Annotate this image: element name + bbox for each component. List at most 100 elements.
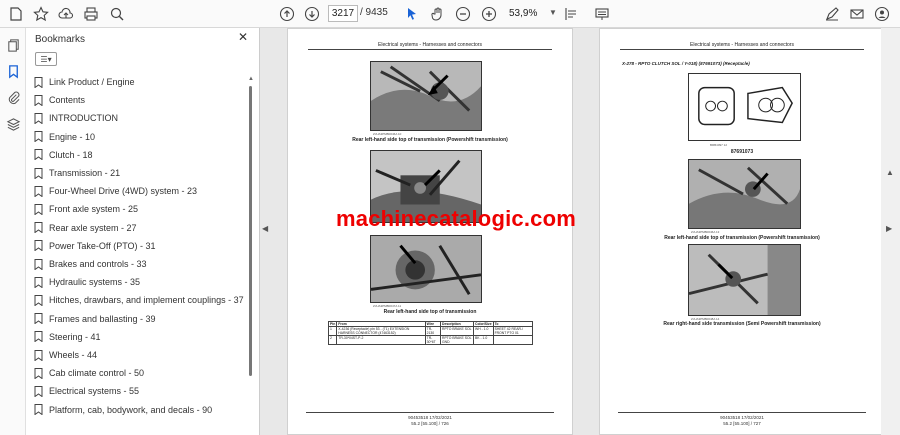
bookmark-label: Hydraulic systems - 35	[49, 277, 141, 288]
table-cell: TR-30*6T	[424, 335, 442, 345]
bookmark-icon	[34, 131, 43, 143]
table-cell: TR-2130	[424, 326, 442, 336]
sign-icon[interactable]	[822, 4, 842, 24]
bookmark-label: Clutch - 18	[49, 149, 93, 160]
pages-icon[interactable]	[4, 36, 22, 54]
bookmark-icon	[34, 331, 43, 343]
photo-id: ZJUA3PMB0047A 11	[373, 304, 402, 308]
zoom-out-icon[interactable]	[453, 4, 473, 24]
bookmark-label: Contents	[49, 95, 86, 106]
toolbar: 3217 / 9435 53,9% ▼	[0, 0, 900, 28]
user-icon[interactable]	[872, 4, 892, 24]
cursor-icon[interactable]	[402, 4, 422, 24]
bookmark-icon	[34, 404, 43, 416]
bookmark-options-button[interactable]: ☰▾	[35, 52, 57, 66]
bookmark-item[interactable]: Wheels - 44	[34, 346, 97, 364]
keyboard-icon[interactable]	[592, 4, 612, 24]
connector-drawing	[688, 73, 801, 141]
bookmark-icon	[34, 76, 43, 88]
chevron-left-icon[interactable]: ◀	[262, 224, 268, 233]
document-scrollbar[interactable]: ▲ ▶	[881, 28, 900, 435]
bookmark-item[interactable]: Rear axle system - 27	[34, 219, 137, 237]
page-footer-doc: 90453518 17/02/2021	[408, 415, 452, 420]
bookmark-item[interactable]: Cab climate control - 50	[34, 364, 144, 382]
bookmark-item[interactable]: Brakes and controls - 33	[34, 255, 147, 273]
attachment-icon[interactable]	[4, 88, 22, 106]
hand-icon[interactable]	[428, 4, 448, 24]
photo-caption: Rear right-hand side transmission (Semi …	[663, 321, 821, 327]
page-total: / 9435	[360, 7, 388, 18]
bookmark-icon	[34, 367, 43, 379]
table-cell: WH - 1.0	[473, 326, 494, 336]
scrollbar[interactable]: ▲	[248, 76, 254, 430]
bookmark-icon	[34, 112, 43, 124]
photo-caption: Rear left-hand side top of transmission	[383, 309, 477, 315]
bookmark-item[interactable]: Electrical systems - 55	[34, 382, 139, 400]
bookmark-label: Wheels - 44	[49, 350, 98, 360]
page-footer-number: 55.2 [55.100] / 727	[723, 421, 761, 426]
scroll-thumb[interactable]	[249, 86, 252, 376]
table-cell: SHEET 42 REAR-/ FRONT PTO 01	[492, 326, 534, 336]
bookmark-item[interactable]: Platform, cab, bodywork, and decals - 90	[34, 401, 212, 419]
page-number-input[interactable]: 3217	[328, 5, 358, 22]
bookmark-label: Steering - 41	[49, 331, 101, 342]
zoom-level[interactable]: 53,9%	[509, 5, 549, 22]
bookmark-item[interactable]: Clutch - 18	[34, 146, 93, 164]
bookmark-label: Frames and ballasting - 39	[49, 313, 156, 324]
bookmark-item[interactable]: Hitches, drawbars, and implement couplin…	[34, 291, 244, 309]
bookmark-label: Electrical systems - 55	[49, 386, 140, 397]
bookmark-item[interactable]: Contents	[34, 91, 85, 109]
bookmark-item[interactable]: Steering - 41	[34, 328, 101, 346]
bookmark-item[interactable]: Transmission - 21	[34, 164, 120, 182]
page-footer-number: 55.2 [55.100] / 726	[411, 421, 449, 426]
bookmark-label: Power Take-Off (PTO) - 31	[49, 240, 156, 251]
transmission-photo	[688, 244, 801, 316]
scroll-up-icon[interactable]: ▲	[248, 76, 254, 82]
transmission-photo	[370, 235, 482, 303]
cloud-upload-icon[interactable]	[56, 4, 76, 24]
bookmark-icon	[34, 385, 43, 397]
table-row: 1 X-4236 (Receptacle) pin 53 - (T1) EXTEN…	[327, 326, 534, 336]
bookmark-icon	[34, 294, 43, 306]
zoom-search-icon[interactable]	[107, 4, 127, 24]
bookmark-label: INTRODUCTION	[49, 113, 118, 124]
chevron-up-icon[interactable]: ▲	[886, 168, 894, 177]
zoom-in-icon[interactable]	[479, 4, 499, 24]
bookmark-label: Cab climate control - 50	[49, 368, 145, 379]
bookmark-item[interactable]: Frames and ballasting - 39	[34, 310, 156, 328]
bookmark-item[interactable]: Front axle system - 25	[34, 200, 138, 218]
bookmark-item[interactable]: INTRODUCTION	[34, 109, 118, 127]
transmission-photo	[370, 61, 482, 131]
bookmark-item[interactable]: Hydraulic systems - 35	[34, 273, 140, 291]
mail-icon[interactable]	[847, 4, 867, 24]
bookmarks-panel: Bookmarks ✕ ☰▾ Link Product / Engine Cont…	[26, 28, 260, 435]
print-icon[interactable]	[81, 4, 101, 24]
photo-id: BRB4097 12	[710, 143, 728, 147]
bookmark-item[interactable]: Four-Wheel Drive (4WD) system - 23	[34, 182, 197, 200]
bookmark-icon	[34, 258, 43, 270]
bookmark-icon	[34, 167, 43, 179]
bookmark-label: Hitches, drawbars, and implement couplin…	[49, 295, 244, 306]
table-cell: 2	[327, 335, 338, 345]
bookmark-icon	[34, 276, 43, 288]
chevron-down-icon[interactable]: ▼	[549, 8, 557, 17]
footer-rule	[306, 412, 554, 413]
photo-id: ZJUA3PMB0046A 13	[691, 230, 720, 234]
bookmark-icon	[34, 149, 43, 161]
bookmark-item[interactable]: Link Product / Engine	[34, 73, 135, 91]
bookmark-item[interactable]: Engine - 10	[34, 128, 95, 146]
bookmark-label: Four-Wheel Drive (4WD) system - 23	[49, 186, 198, 197]
footer-rule	[618, 412, 866, 413]
home-icon[interactable]	[6, 4, 26, 24]
layers-icon[interactable]	[4, 115, 22, 133]
fit-page-icon[interactable]	[561, 4, 581, 24]
panel-title: Bookmarks	[35, 34, 86, 45]
close-icon[interactable]: ✕	[236, 30, 250, 44]
bookmark-item[interactable]: Power Take-Off (PTO) - 31	[34, 237, 156, 255]
chevron-right-icon[interactable]: ▶	[886, 224, 892, 233]
bookmark-icon[interactable]	[4, 62, 22, 80]
star-icon[interactable]	[31, 4, 51, 24]
arrow-down-icon[interactable]	[302, 4, 322, 24]
bookmark-label: Brakes and controls - 33	[49, 259, 147, 269]
arrow-up-icon[interactable]	[277, 4, 297, 24]
